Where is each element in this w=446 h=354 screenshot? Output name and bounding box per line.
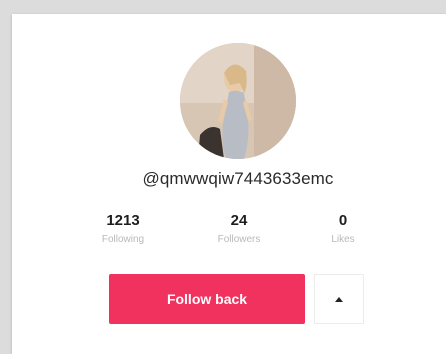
caret-up-icon [335,296,343,302]
followers-label: Followers [217,234,261,245]
followers-count: 24 [230,212,248,229]
stat-following[interactable]: 1213 Following [83,212,163,245]
more-options-button[interactable] [314,274,364,324]
avatar-photo [180,43,296,159]
stat-likes: 0 Likes [303,212,383,245]
likes-label: Likes [331,234,355,245]
stat-followers[interactable]: 24 Followers [199,212,279,245]
username: @qmwwqiw7443633emc [142,169,334,188]
profile-card: @qmwwqiw7443633emc 1213 Following 24 Fol… [12,14,446,354]
following-label: Following [101,234,145,245]
likes-count: 0 [338,212,348,229]
following-count: 1213 [106,212,140,229]
avatar[interactable] [180,43,296,159]
follow-back-button[interactable]: Follow back [109,274,305,324]
